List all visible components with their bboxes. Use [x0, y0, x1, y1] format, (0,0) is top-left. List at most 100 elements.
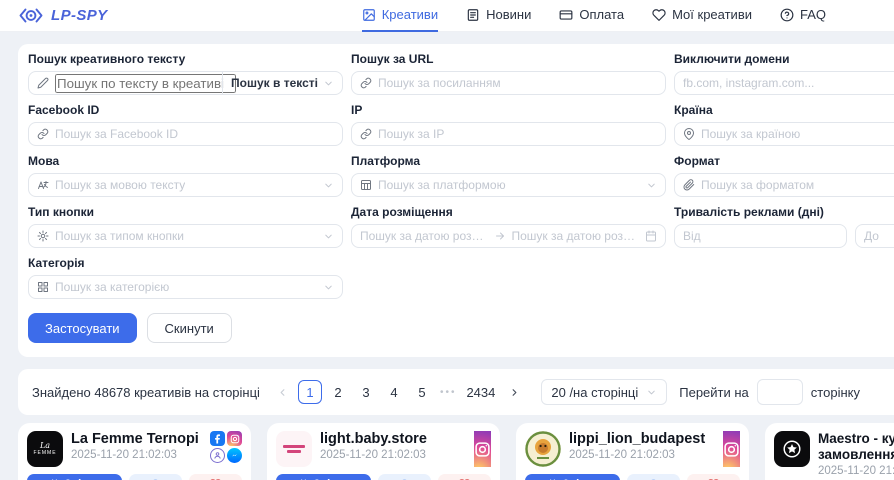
creative-text-control	[29, 72, 222, 94]
apply-button[interactable]: Застосувати	[28, 313, 137, 343]
avatar: La FEMME	[27, 431, 63, 467]
category-grid-icon	[37, 281, 49, 293]
nav-tab-label: FAQ	[800, 7, 826, 22]
field-label: Тип кнопки	[28, 205, 343, 219]
translate-icon	[37, 179, 49, 191]
card-title[interactable]: La Femme Ternopil	[71, 431, 198, 447]
news-icon	[466, 8, 480, 22]
card-date: 2025-11-20 21:02:03	[569, 449, 711, 461]
creative-text-input[interactable]	[55, 74, 236, 93]
field-label: Пошук за URL	[351, 52, 666, 66]
facebook-id-input[interactable]	[55, 127, 334, 141]
avatar	[276, 431, 312, 467]
format-input[interactable]	[701, 178, 894, 192]
card-date: 2025-11-20 21:02:03	[71, 449, 198, 461]
nav-tab-payment[interactable]: Оплата	[559, 0, 624, 32]
goto-suffix: сторінку	[811, 385, 860, 400]
card-date: 2025-11-20 21:02:03	[818, 465, 894, 477]
filter-ip: IP	[351, 103, 666, 146]
view-button[interactable]	[627, 474, 680, 480]
page-number-4[interactable]: 4	[382, 380, 406, 404]
days-button[interactable]: 0 days	[525, 474, 620, 480]
creative-cards-row: La FEMME La Femme Ternopil 2025-11-20 21…	[18, 423, 894, 480]
button-type-select[interactable]: Пошук за типом кнопки	[28, 224, 343, 248]
field-label: Категорія	[28, 256, 343, 270]
brand-logo[interactable]: LP-SPY	[18, 7, 108, 24]
eye-logo-icon	[18, 7, 44, 24]
nav-tab-news[interactable]: Новини	[466, 0, 531, 32]
card-title[interactable]: Maestro - кухні, ме замовлення в Ужго	[818, 431, 894, 463]
date-range-picker[interactable]: Пошук за датою розміщення Пошук за датою…	[351, 224, 666, 248]
days-button[interactable]: 3 days	[27, 474, 122, 480]
results-summary: Знайдено 48678 креативів на сторінці	[32, 385, 260, 400]
filter-duration: Тривалість реклами (дні)	[674, 205, 894, 248]
field-label: Мова	[28, 154, 343, 168]
country-control	[674, 122, 894, 146]
results-bar: Знайдено 48678 креативів на сторінці 1 2…	[18, 369, 894, 415]
page-content: Пошук креативного тексту Пошук в тексті	[18, 32, 894, 480]
creative-text-group: Пошук в тексті	[28, 71, 343, 95]
credit-card-icon	[559, 8, 573, 22]
page-number-5[interactable]: 5	[410, 380, 434, 404]
nav-tab-label: Креативи	[382, 7, 438, 22]
duration-from-input[interactable]	[683, 229, 838, 243]
nav-tab-label: Новини	[486, 7, 531, 22]
page-number-1[interactable]: 1	[298, 380, 322, 404]
field-label: Платформа	[351, 154, 666, 168]
platform-select[interactable]: Пошук за платформою	[351, 173, 666, 197]
search-mode-select[interactable]: Пошук в тексті	[222, 72, 342, 94]
facebook-icon	[210, 431, 225, 446]
page-size-value: 20 /на сторінці	[551, 385, 638, 400]
duration-to-input[interactable]	[864, 229, 894, 243]
field-label: Тривалість реклами (дні)	[674, 205, 894, 219]
card-title[interactable]: light.baby.store	[320, 431, 462, 447]
filter-country: Країна	[674, 103, 894, 146]
country-input[interactable]	[701, 127, 894, 141]
avatar	[774, 431, 810, 467]
arrow-right-icon	[494, 230, 506, 242]
page-size-select[interactable]: 20 /на сторінці	[541, 379, 667, 405]
filters-panel: Пошук креативного тексту Пошук в тексті	[18, 44, 894, 357]
field-label: Виключити домени	[674, 52, 894, 66]
link-icon	[360, 77, 372, 89]
format-control	[674, 173, 894, 197]
chevron-down-icon	[323, 180, 334, 191]
view-button[interactable]	[129, 474, 182, 480]
nav-tab-my-creatives[interactable]: Мої креативи	[652, 0, 752, 32]
filter-creative-text: Пошук креативного тексту Пошук в тексті	[28, 52, 343, 95]
pagination: 1 2 3 4 5 ••• 2434	[272, 380, 525, 404]
facebook-id-control	[28, 122, 343, 146]
filter-exclude-domains: Виключити домени	[674, 52, 894, 95]
exclude-domains-input[interactable]	[683, 76, 894, 90]
days-button[interactable]: 3 days	[276, 474, 371, 480]
link-icon	[37, 128, 49, 140]
pagination-ellipsis[interactable]: •••	[438, 387, 459, 398]
ip-input[interactable]	[378, 127, 657, 141]
favorite-button[interactable]	[438, 474, 491, 480]
favorite-button[interactable]	[189, 474, 242, 480]
favorite-button[interactable]	[687, 474, 740, 480]
search-mode-value: Пошук в тексті	[231, 76, 318, 90]
page-number-2[interactable]: 2	[326, 380, 350, 404]
creative-card: lippi_lion_budapest 2025-11-20 21:02:03 …	[516, 423, 749, 480]
filter-url: Пошук за URL	[351, 52, 666, 95]
nav-tab-creatives[interactable]: Креативи	[362, 0, 438, 32]
instagram-icon	[723, 431, 740, 467]
url-input[interactable]	[378, 76, 657, 90]
card-date: 2025-11-20 21:02:03	[320, 449, 462, 461]
page-number-last[interactable]: 2434	[462, 380, 499, 404]
category-select[interactable]: Пошук за категорією	[28, 275, 343, 299]
date-end-placeholder: Пошук за датою розміщення	[512, 229, 640, 243]
goto-page-input[interactable]	[757, 379, 803, 405]
nav-tab-faq[interactable]: FAQ	[780, 0, 826, 32]
platform-grid-icon	[360, 179, 372, 191]
next-page-icon[interactable]	[503, 380, 525, 404]
prev-page-icon[interactable]	[272, 380, 294, 404]
page-number-3[interactable]: 3	[354, 380, 378, 404]
view-button[interactable]	[378, 474, 431, 480]
language-select[interactable]: Пошук за мовою тексту	[28, 173, 343, 197]
filter-placement-date: Дата розміщення Пошук за датою розміщенн…	[351, 205, 666, 248]
card-title[interactable]: lippi_lion_budapest	[569, 431, 711, 447]
reset-button[interactable]: Скинути	[147, 313, 232, 343]
filter-format: Формат	[674, 154, 894, 197]
